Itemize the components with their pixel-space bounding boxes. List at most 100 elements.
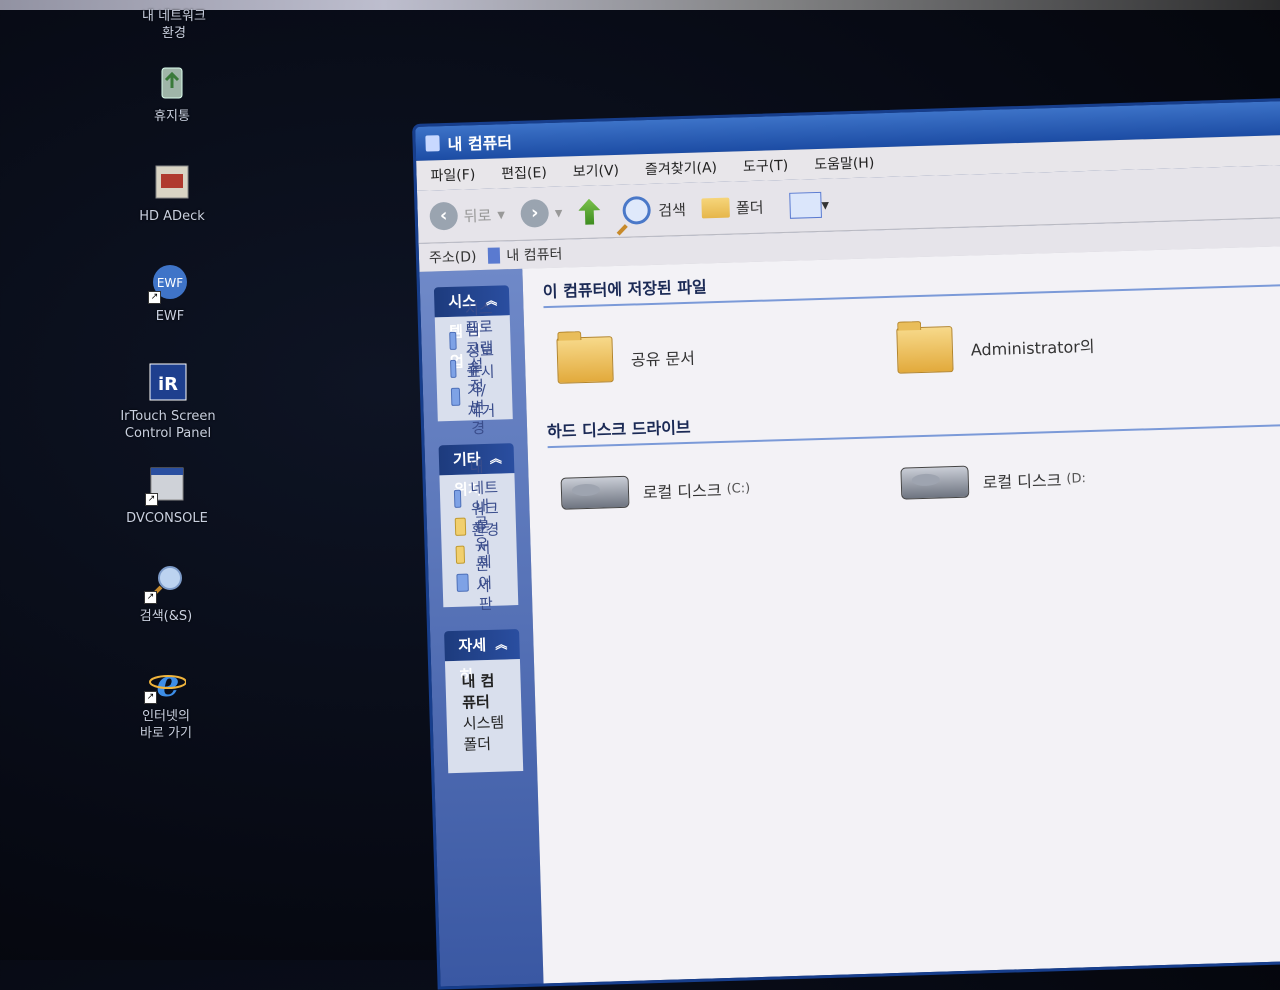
- panel-title: 자세히: [458, 636, 487, 685]
- hard-drive-icon: [900, 465, 970, 500]
- desktop-icon-network[interactable]: 내 네트워크 환경: [114, 8, 234, 42]
- system-info-icon: [449, 331, 457, 350]
- folders-button[interactable]: 폴더: [701, 196, 764, 219]
- system-tasks-panel: 시스템 작업 ︽ 시스템 정보 표시 프로그램 추가/제거 설정 변경: [433, 285, 513, 437]
- item-shared-documents[interactable]: 공유 문서: [556, 328, 897, 384]
- folder-icon: [455, 545, 466, 564]
- desktop-icon-label: DVCONSOLE: [126, 511, 208, 526]
- search-icon: ↗: [144, 562, 186, 604]
- desktop-icon-label: 휴지통: [154, 109, 190, 124]
- forward-button[interactable]: › ▾: [520, 198, 563, 228]
- panel-body: 내 네트워크 환경 내 문서 공유 문서 제어판: [439, 458, 519, 613]
- computer-icon: [425, 135, 440, 152]
- back-arrow-icon: ‹: [429, 201, 459, 231]
- folder-icon: [896, 326, 954, 374]
- drives-section-title: 하드 디스크 드라이브: [546, 395, 1280, 449]
- item-administrator-documents[interactable]: Administrator의: [896, 318, 1237, 374]
- place-control-panel[interactable]: 제어판: [456, 552, 504, 613]
- item-local-disk-c[interactable]: 로컬 디스크 (C:): [560, 468, 901, 510]
- shortcut-arrow-icon: ↗: [144, 691, 157, 704]
- console-icon: ↗: [145, 464, 187, 506]
- back-button[interactable]: ‹ 뒤로 ▾: [429, 200, 506, 231]
- hard-drive-icon: [560, 475, 630, 510]
- window-title: 내 컴퓨터: [447, 133, 513, 154]
- panel-body: 내 컴퓨터 시스템 폴더: [444, 659, 524, 774]
- up-button[interactable]: [578, 198, 607, 225]
- views-button[interactable]: ▾: [779, 191, 830, 219]
- task-label: 설정 변경: [469, 355, 486, 438]
- views-icon: [789, 191, 822, 219]
- back-label: 뒤로: [463, 206, 492, 226]
- shortcut-arrow-icon: ↗: [145, 493, 158, 506]
- desktop-icon-label: 검색(&S): [139, 609, 193, 624]
- panel-body: 시스템 정보 표시 프로그램 추가/제거 설정 변경: [434, 300, 513, 437]
- programs-icon: [450, 359, 457, 378]
- details-panel: 자세히 ︽ 내 컴퓨터 시스템 폴더: [444, 629, 524, 774]
- search-label: 검색: [658, 200, 687, 220]
- details-type: 시스템 폴더: [462, 713, 505, 754]
- desktop-icon-label: IrTouch Screen Control Panel: [120, 409, 216, 441]
- network-icon: [453, 489, 461, 508]
- menu-favorites[interactable]: 즐겨찾기(A): [645, 157, 718, 179]
- panel-header[interactable]: 자세히 ︽: [444, 629, 520, 685]
- folders-label: 폴더: [735, 198, 764, 217]
- menu-view[interactable]: 보기(V): [572, 160, 620, 181]
- desktop-icon-hd-adeck[interactable]: HD ADeck: [112, 162, 232, 225]
- item-label: 로컬 디스크: [982, 470, 1062, 493]
- desktop-icon-recycle-bin[interactable]: 휴지통: [112, 62, 232, 125]
- collapse-icon[interactable]: ︽: [495, 629, 508, 659]
- drive-letter: (C:): [726, 480, 751, 497]
- svg-text:e: e: [157, 663, 180, 702]
- files-section-items: 공유 문서 Administrator의: [556, 316, 1280, 384]
- desktop-icon-label: 인터넷의 바로 가기: [140, 709, 192, 741]
- details-name: 내 컴퓨터: [461, 671, 495, 712]
- forward-arrow-icon: ›: [520, 198, 550, 228]
- desktop-icon-label: EWF: [155, 309, 185, 324]
- ewf-icon-text: EWF: [157, 276, 183, 290]
- shortcut-arrow-icon: ↗: [148, 291, 161, 304]
- desktop-icon-label: HD ADeck: [139, 209, 205, 224]
- folder-icon: [556, 336, 614, 384]
- control-panel-icon: [456, 573, 469, 592]
- dropdown-icon: ▾: [497, 205, 506, 224]
- search-button[interactable]: 검색: [621, 195, 687, 225]
- desktop-icon-dvconsole[interactable]: ↗ DVCONSOLE: [107, 464, 227, 527]
- address-input[interactable]: 내 컴퓨터: [506, 244, 563, 266]
- desktop-icon-internet[interactable]: e ↗ 인터넷의 바로 가기: [106, 662, 226, 742]
- item-label: Administrator의: [970, 336, 1095, 360]
- main-view: 이 컴퓨터에 저장된 파일 공유 문서 Administrator의 하드 디스…: [522, 245, 1280, 984]
- task-change-settings[interactable]: 설정 변경: [450, 356, 499, 437]
- dropdown-icon: ▾: [821, 195, 830, 214]
- ewf-icon: EWF ↗: [148, 262, 190, 304]
- settings-icon: [450, 387, 461, 406]
- item-label: 로컬 디스크: [642, 480, 722, 503]
- item-local-disk-d[interactable]: 로컬 디스크 (D:: [900, 458, 1241, 500]
- computer-icon: [488, 247, 501, 264]
- dropdown-icon: ▾: [554, 203, 563, 222]
- window-content: 시스템 작업 ︽ 시스템 정보 표시 프로그램 추가/제거 설정 변경 기타 위…: [419, 245, 1280, 987]
- documents-icon: [454, 517, 467, 536]
- place-label: 제어판: [477, 552, 494, 613]
- desktop-icon-label: 내 네트워크 환경: [142, 9, 206, 41]
- folder-icon: [701, 197, 731, 219]
- internet-explorer-icon: e ↗: [144, 662, 187, 705]
- up-folder-icon: [578, 198, 601, 225]
- menu-edit[interactable]: 편집(E): [501, 162, 547, 183]
- menu-file[interactable]: 파일(F): [430, 164, 475, 185]
- recycle-bin-icon: [152, 62, 192, 102]
- shortcut-arrow-icon: ↗: [144, 591, 157, 604]
- my-computer-window[interactable]: 내 컴퓨터 파일(F) 편집(E) 보기(V) 즐겨찾기(A) 도구(T) 도움…: [412, 97, 1280, 990]
- item-label: 공유 문서: [630, 348, 696, 370]
- drive-letter: (D:: [1066, 470, 1087, 487]
- desktop-icon-irtouch[interactable]: iR IrTouch Screen Control Panel: [108, 362, 228, 442]
- other-places-panel: 기타 위치 ︽ 내 네트워크 환경 내 문서 공유 문서 제어판: [438, 443, 519, 613]
- drives-section-items: 로컬 디스크 (C:) 로컬 디스크 (D:: [560, 456, 1280, 510]
- desktop-icon-search[interactable]: ↗ 검색(&S): [106, 562, 226, 625]
- desktop-icon-ewf[interactable]: EWF ↗ EWF: [110, 262, 230, 325]
- irtouch-icon-text: iR: [158, 374, 178, 395]
- menu-tools[interactable]: 도구(T): [743, 155, 789, 176]
- menu-help[interactable]: 도움말(H): [814, 152, 875, 174]
- app-icon: [152, 162, 192, 202]
- search-icon: [621, 195, 651, 225]
- irtouch-icon: iR: [148, 362, 188, 402]
